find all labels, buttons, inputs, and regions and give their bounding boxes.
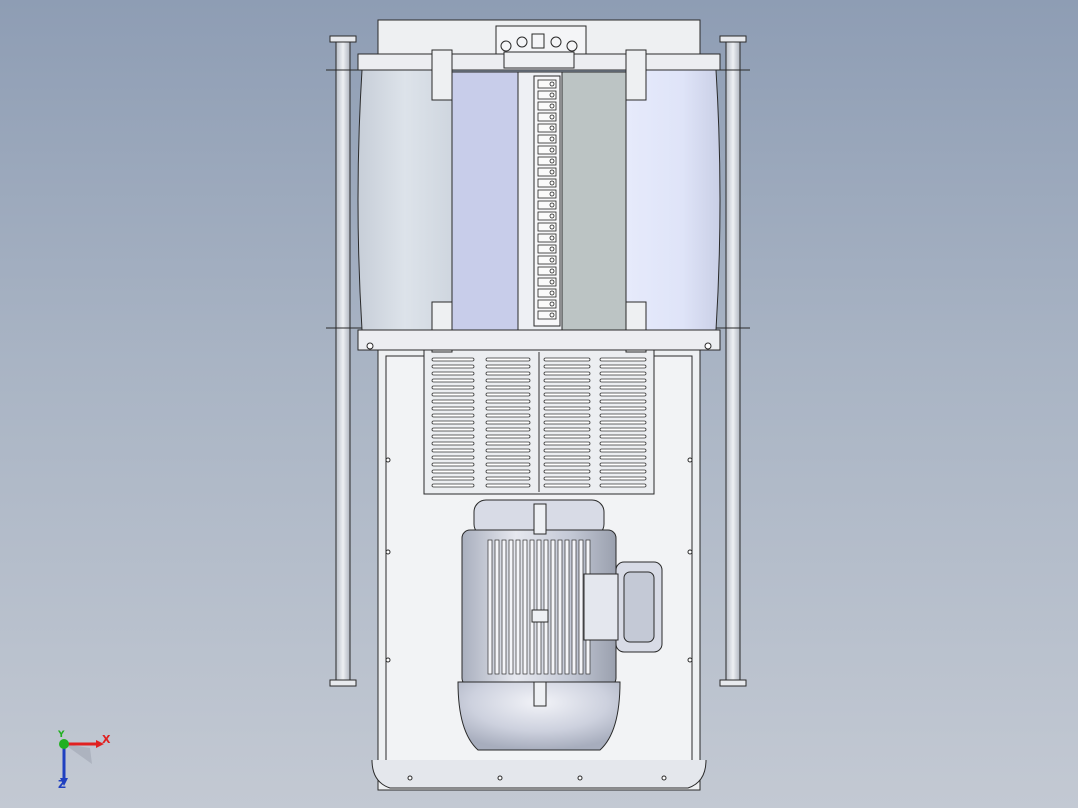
hinge-bracket-top-left xyxy=(431,49,453,101)
right-side-panel[interactable] xyxy=(625,69,721,331)
machine-model-drawing[interactable] xyxy=(0,0,1078,808)
graphics-viewport[interactable]: X Y Z xyxy=(0,0,1078,808)
top-clamp xyxy=(503,51,575,69)
motor-cooling-fins xyxy=(487,539,591,675)
left-door[interactable] xyxy=(451,71,519,331)
lower-rail xyxy=(357,329,721,351)
top-header[interactable] xyxy=(377,19,701,57)
z-axis-label: Z xyxy=(58,778,66,791)
y-axis-dot xyxy=(59,739,69,749)
right-door[interactable] xyxy=(561,71,627,331)
x-axis-label: X xyxy=(102,733,111,746)
left-side-panel[interactable] xyxy=(357,69,453,331)
hinge-bracket-top-right xyxy=(625,49,647,101)
y-axis-label: Y xyxy=(58,730,65,740)
left-post[interactable] xyxy=(326,35,362,687)
vent-grille xyxy=(423,349,655,495)
terminal-strip[interactable] xyxy=(517,71,563,331)
